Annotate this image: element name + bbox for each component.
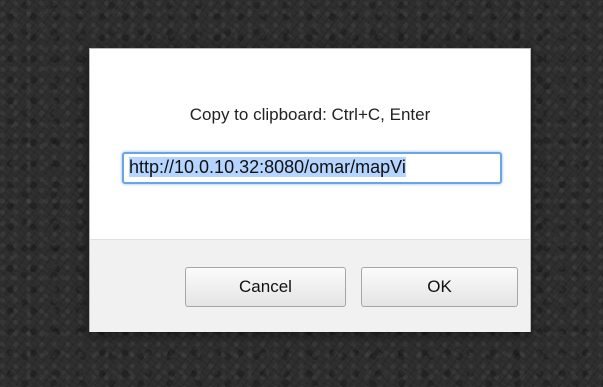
dialog-footer: Cancel OK (90, 239, 530, 332)
dialog-message: Copy to clipboard: Ctrl+C, Enter (189, 105, 431, 124)
copy-to-clipboard-dialog: Copy to clipboard: Ctrl+C, Enter http://… (89, 48, 531, 332)
cancel-button[interactable]: Cancel (185, 267, 346, 307)
url-selected-text: http://10.0.10.32:8080/omar/mapVi (129, 157, 406, 177)
dialog-body: Copy to clipboard: Ctrl+C, Enter http://… (90, 49, 530, 239)
url-text-field[interactable]: http://10.0.10.32:8080/omar/mapVi (122, 152, 502, 184)
ok-button[interactable]: OK (361, 267, 518, 307)
